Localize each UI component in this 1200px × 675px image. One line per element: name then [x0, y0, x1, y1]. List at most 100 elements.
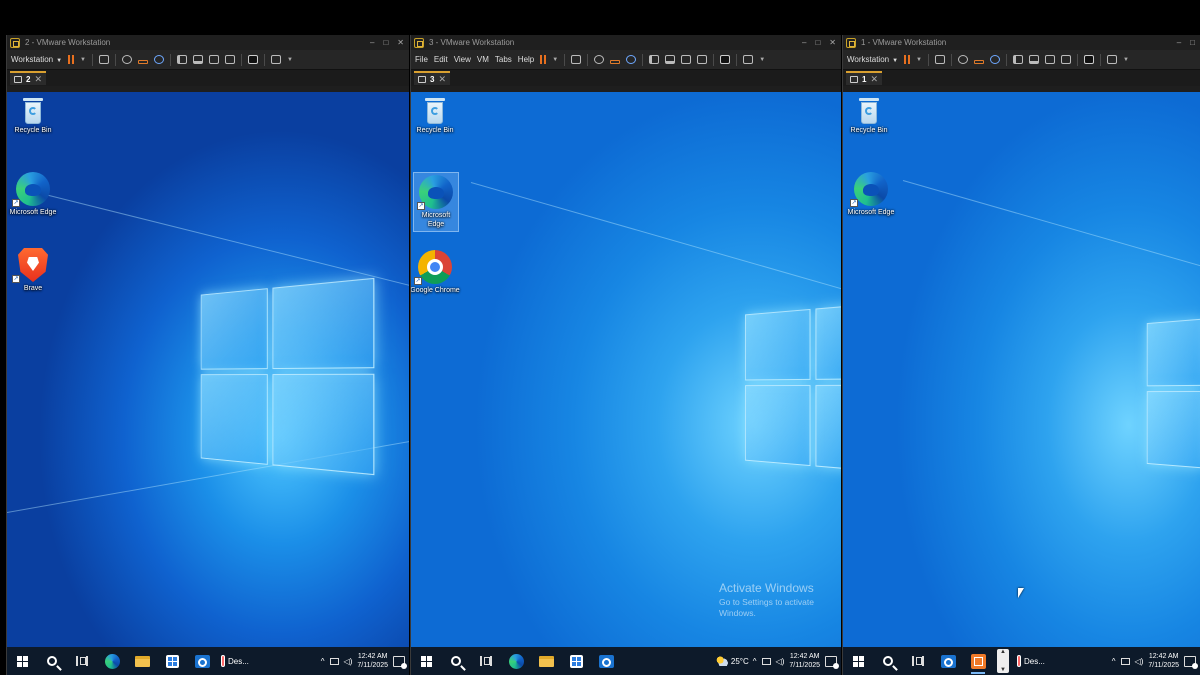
desktop-icon-brave[interactable]: ↗ Brave	[7, 248, 59, 293]
title-bar[interactable]: 1 - VMware Workstation – □	[843, 35, 1200, 50]
send-ctrl-alt-del-icon[interactable]	[935, 55, 945, 64]
menu-help[interactable]: Help	[518, 55, 534, 64]
stretch-guest-icon[interactable]	[1107, 55, 1117, 64]
revert-snapshot-icon[interactable]	[610, 60, 620, 64]
library-icon[interactable]	[649, 55, 659, 64]
volume-icon[interactable]: ◁)	[344, 657, 353, 666]
weather-widget[interactable]: 25°C	[712, 656, 753, 666]
task-view-button[interactable]	[67, 647, 97, 675]
search-button[interactable]	[441, 647, 471, 675]
thumbnail-bar-icon[interactable]	[193, 55, 203, 64]
library-icon[interactable]	[177, 55, 187, 64]
guest-desktop[interactable]: Recycle Bin ↗ Microsoft Edge ↗ Google Ch…	[411, 92, 841, 647]
snapshot-icon[interactable]	[122, 55, 132, 64]
snapshot-manager-icon[interactable]	[154, 55, 164, 64]
taskbar-edge[interactable]	[97, 647, 127, 675]
clock[interactable]: 12:42 AM 7/11/2025	[789, 652, 820, 670]
chevron-down-icon[interactable]: ▼	[1123, 57, 1129, 63]
network-icon[interactable]	[1121, 658, 1130, 665]
thumbnail-bar-icon[interactable]	[665, 55, 675, 64]
chevron-down-icon[interactable]: ▼	[287, 57, 293, 63]
vm-tab[interactable]: 2 ✕	[10, 71, 46, 85]
desktop-icon-recycle-bin[interactable]: Recycle Bin	[7, 98, 59, 135]
vmware-window-2[interactable]: 2 - VMware Workstation – □ ✕ Workstation…	[6, 35, 409, 675]
menu-vm[interactable]: VM	[477, 55, 489, 64]
desktop-icon-recycle-bin[interactable]: Recycle Bin	[843, 98, 895, 135]
start-button[interactable]	[411, 647, 441, 675]
desktop-icon-microsoft-edge[interactable]: ↗ Microsoft Edge	[7, 172, 59, 217]
weather-widget[interactable]: Des...	[217, 655, 253, 667]
taskbar-file-explorer[interactable]	[127, 647, 157, 675]
clock[interactable]: 12:42 AM 7/11/2025	[357, 652, 388, 670]
unity-icon[interactable]	[697, 55, 707, 64]
vm-tab[interactable]: 3 ✕	[414, 71, 450, 85]
menu-file[interactable]: File	[415, 55, 428, 64]
menu-view[interactable]: View	[454, 55, 471, 64]
desktop-icon-microsoft-edge[interactable]: ↗ Microsoft Edge	[413, 172, 459, 232]
full-screen-icon[interactable]	[681, 55, 691, 64]
desktop-icon-microsoft-edge[interactable]: ↗ Microsoft Edge	[843, 172, 899, 217]
send-ctrl-alt-del-icon[interactable]	[571, 55, 581, 64]
snapshot-manager-icon[interactable]	[990, 55, 1000, 64]
close-tab-icon[interactable]: ✕	[438, 74, 446, 85]
workstation-menu[interactable]: Workstation ▼	[11, 55, 62, 64]
close-tab-icon[interactable]: ✕	[870, 74, 878, 85]
pause-icon[interactable]	[68, 55, 74, 64]
full-screen-icon[interactable]	[209, 55, 219, 64]
thumbnail-bar-icon[interactable]	[1029, 55, 1039, 64]
taskbar-outlook[interactable]	[933, 647, 963, 675]
vmware-window-3[interactable]: 3 - VMware Workstation – □ ✕ File Edit V…	[410, 35, 841, 675]
minimize-button[interactable]: –	[802, 38, 806, 47]
console-view-icon[interactable]	[720, 55, 730, 64]
console-view-icon[interactable]	[1084, 55, 1094, 64]
chevron-up-icon[interactable]: ^	[321, 657, 325, 666]
chevron-down-icon[interactable]: ▼	[80, 57, 86, 63]
chevron-down-icon[interactable]: ▼	[759, 57, 765, 63]
title-bar[interactable]: 2 - VMware Workstation – □ ✕	[7, 35, 409, 50]
workstation-menu[interactable]: Workstation ▼	[847, 55, 898, 64]
taskbar-store[interactable]	[157, 647, 187, 675]
guest-desktop[interactable]: Recycle Bin ↗ Microsoft Edge ↗ Brave	[7, 92, 409, 647]
start-button[interactable]	[7, 647, 37, 675]
console-view-icon[interactable]	[248, 55, 258, 64]
clock[interactable]: 12:42 AM 7/11/2025	[1148, 652, 1179, 670]
search-button[interactable]	[873, 647, 903, 675]
send-ctrl-alt-del-icon[interactable]	[99, 55, 109, 64]
close-tab-icon[interactable]: ✕	[34, 74, 42, 85]
task-view-button[interactable]	[903, 647, 933, 675]
chevron-up-icon[interactable]: ^	[753, 657, 757, 666]
vmware-window-1[interactable]: 1 - VMware Workstation – □ Workstation ▼ …	[842, 35, 1200, 675]
guest-desktop[interactable]: Recycle Bin ↗ Microsoft Edge	[843, 92, 1200, 647]
vm-tab[interactable]: 1 ✕	[846, 71, 882, 85]
full-screen-icon[interactable]	[1045, 55, 1055, 64]
taskbar-outlook[interactable]	[187, 647, 217, 675]
chevron-down-icon[interactable]: ▼	[916, 57, 922, 63]
volume-icon[interactable]: ◁)	[1135, 657, 1144, 666]
revert-snapshot-icon[interactable]	[138, 60, 148, 64]
taskbar-scroll[interactable]: ▲ ▼	[993, 647, 1013, 675]
unity-icon[interactable]	[1061, 55, 1071, 64]
weather-widget[interactable]: Des...	[1013, 655, 1049, 667]
search-button[interactable]	[37, 647, 67, 675]
volume-icon[interactable]: ◁)	[776, 657, 785, 666]
taskbar-xampp[interactable]	[963, 647, 993, 675]
notification-icon[interactable]	[1184, 656, 1196, 667]
title-bar[interactable]: 3 - VMware Workstation – □ ✕	[411, 35, 841, 50]
snapshot-icon[interactable]	[594, 55, 604, 64]
pause-icon[interactable]	[904, 55, 910, 64]
task-view-button[interactable]	[471, 647, 501, 675]
menu-edit[interactable]: Edit	[434, 55, 448, 64]
chevron-up-icon[interactable]: ^	[1112, 657, 1116, 666]
close-button[interactable]: ✕	[397, 38, 404, 47]
pause-icon[interactable]	[540, 55, 546, 64]
revert-snapshot-icon[interactable]	[974, 60, 984, 64]
unity-icon[interactable]	[225, 55, 235, 64]
minimize-button[interactable]: –	[1177, 38, 1181, 47]
maximize-button[interactable]: □	[1190, 38, 1195, 47]
desktop-icon-recycle-bin[interactable]: Recycle Bin	[411, 98, 461, 135]
snapshot-manager-icon[interactable]	[626, 55, 636, 64]
stretch-guest-icon[interactable]	[743, 55, 753, 64]
taskbar-outlook[interactable]	[591, 647, 621, 675]
taskbar-store[interactable]	[561, 647, 591, 675]
network-icon[interactable]	[762, 658, 771, 665]
